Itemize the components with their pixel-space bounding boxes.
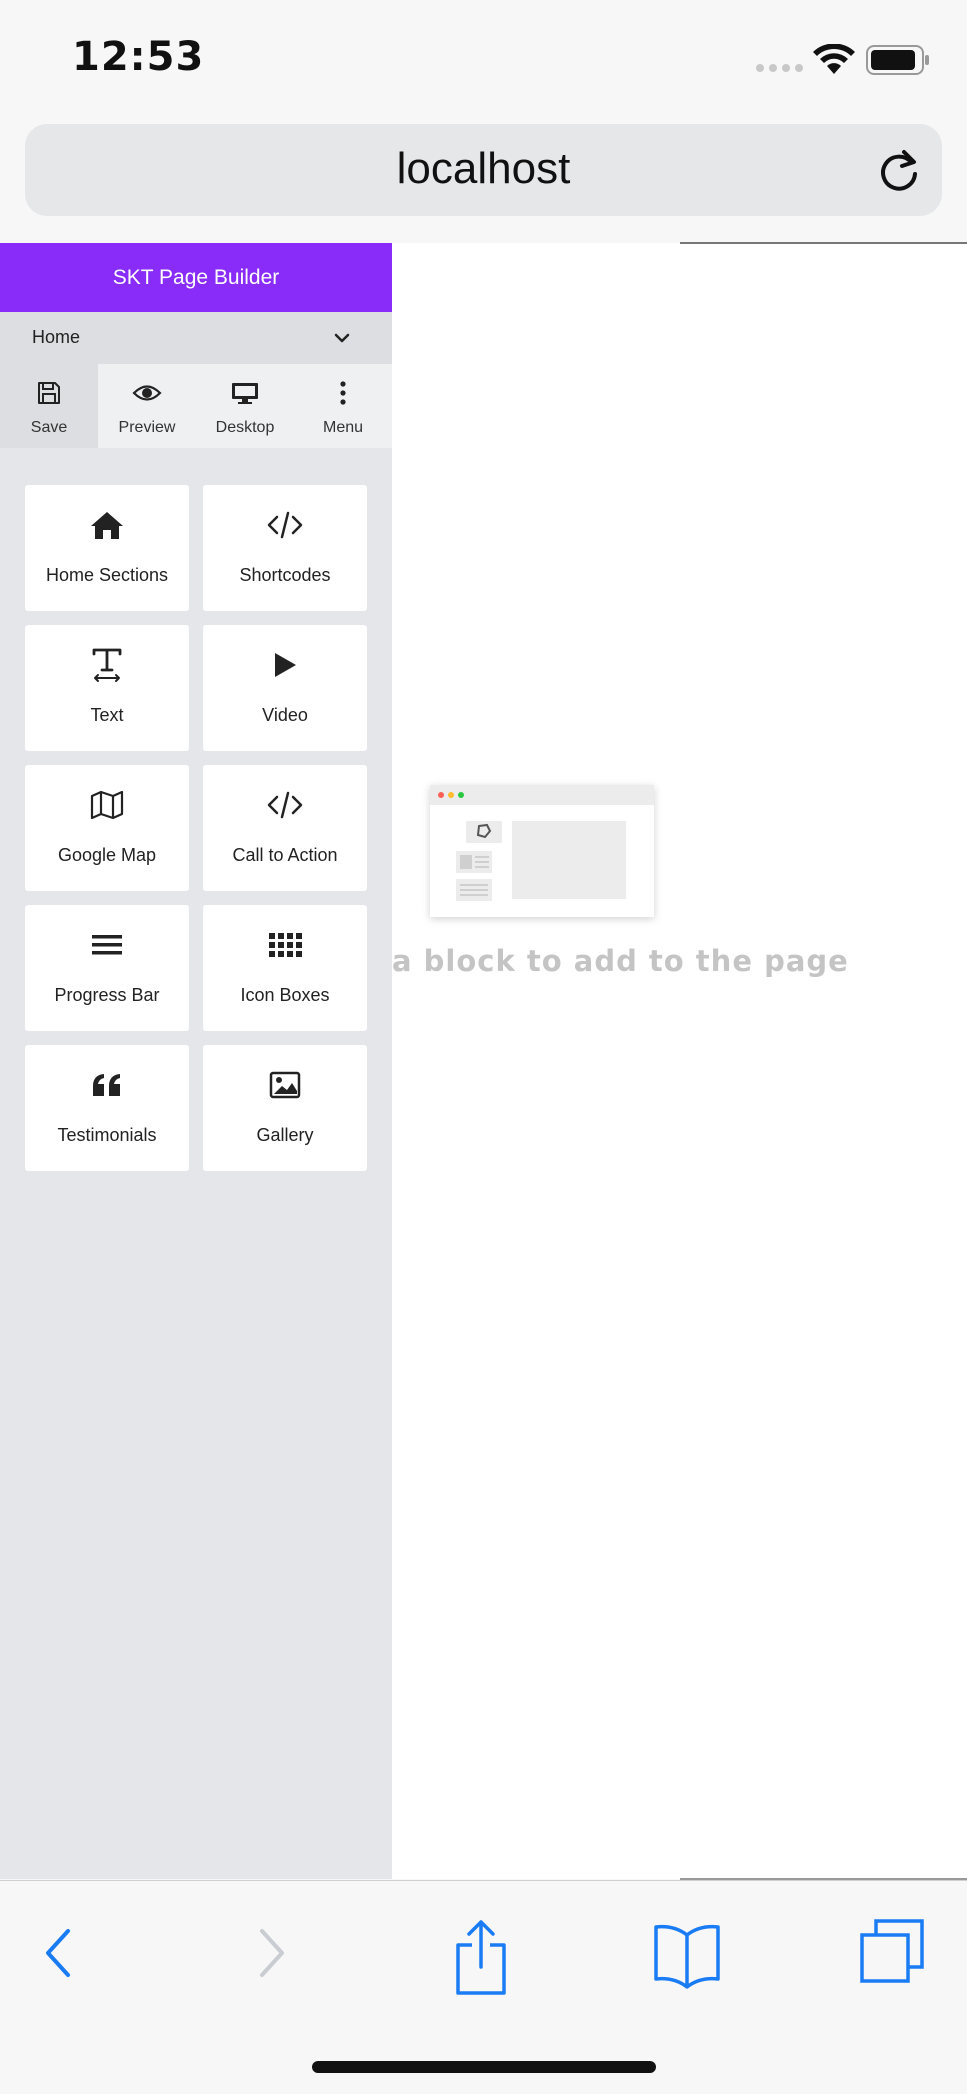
share-icon[interactable] [452, 1917, 510, 1997]
block-label: Progress Bar [54, 985, 160, 1005]
builder-toolbar: Save Preview Desktop Menu [0, 364, 392, 448]
more-vertical-icon [340, 381, 346, 405]
image-icon [269, 1071, 301, 1099]
block-label: Call to Action [232, 845, 338, 865]
block-shortcodes[interactable]: Shortcodes [203, 485, 367, 611]
block-label: Testimonials [57, 1125, 157, 1145]
text-icon [92, 648, 122, 682]
play-icon [275, 653, 296, 677]
desktop-view-button[interactable]: Desktop [196, 364, 294, 448]
cellular-signal-icon [756, 64, 803, 72]
save-icon [38, 382, 60, 404]
block-gallery[interactable]: Gallery [203, 1045, 367, 1171]
block-label: Shortcodes [239, 565, 331, 585]
address-bar[interactable]: localhost [25, 124, 942, 216]
battery-icon [866, 45, 929, 75]
sidebar-title: SKT Page Builder [0, 243, 392, 312]
wifi-icon [813, 44, 855, 74]
menu-label: Menu [322, 419, 364, 436]
map-icon [90, 790, 124, 820]
block-label: Google Map [57, 845, 157, 865]
status-bar: 12:53 [0, 0, 967, 118]
save-button[interactable]: Save [0, 364, 98, 448]
block-google-map[interactable]: Google Map [25, 765, 189, 891]
bars-icon [92, 935, 122, 955]
block-text[interactable]: Text [25, 625, 189, 751]
status-time: 12:53 [72, 34, 205, 80]
block-label: Home Sections [45, 565, 169, 585]
preview-label: Preview [118, 419, 176, 436]
chevron-down-icon [334, 333, 350, 343]
empty-canvas-message: a block to add to the page [392, 944, 849, 978]
empty-canvas-illustration [430, 785, 654, 917]
eye-icon [132, 385, 162, 401]
url-text: localhost [396, 144, 571, 193]
desktop-label: Desktop [215, 419, 275, 436]
code-icon [267, 791, 303, 819]
reload-icon[interactable] [876, 146, 922, 194]
save-label: Save [30, 419, 68, 436]
block-label: Gallery [256, 1125, 314, 1145]
block-label: Icon Boxes [240, 985, 330, 1005]
tabs-icon[interactable] [858, 1917, 928, 1989]
block-call-to-action[interactable]: Call to Action [203, 765, 367, 891]
block-library: Home Sections Shortcodes Text Video Goog… [25, 485, 367, 1171]
home-icon [91, 512, 123, 539]
back-icon[interactable] [40, 1917, 76, 1989]
grid-icon [269, 933, 302, 957]
divider [680, 242, 967, 244]
block-progress-bar[interactable]: Progress Bar [25, 905, 189, 1031]
block-home-sections[interactable]: Home Sections [25, 485, 189, 611]
desktop-icon [232, 383, 258, 404]
bookmarks-icon[interactable] [652, 1917, 722, 1989]
quote-icon [93, 1074, 120, 1096]
menu-button[interactable]: Menu [294, 364, 392, 448]
block-icon-boxes[interactable]: Icon Boxes [203, 905, 367, 1031]
block-video[interactable]: Video [203, 625, 367, 751]
preview-button[interactable]: Preview [98, 364, 196, 448]
browser-toolbar [0, 1880, 967, 2094]
forward-icon[interactable] [254, 1917, 290, 1989]
block-testimonials[interactable]: Testimonials [25, 1045, 189, 1171]
page-select[interactable]: Home [0, 312, 392, 364]
home-indicator [312, 2061, 656, 2073]
page-select-value: Home [32, 327, 81, 347]
block-label: Text [90, 705, 124, 725]
code-icon [267, 511, 303, 539]
block-label: Video [262, 705, 308, 725]
